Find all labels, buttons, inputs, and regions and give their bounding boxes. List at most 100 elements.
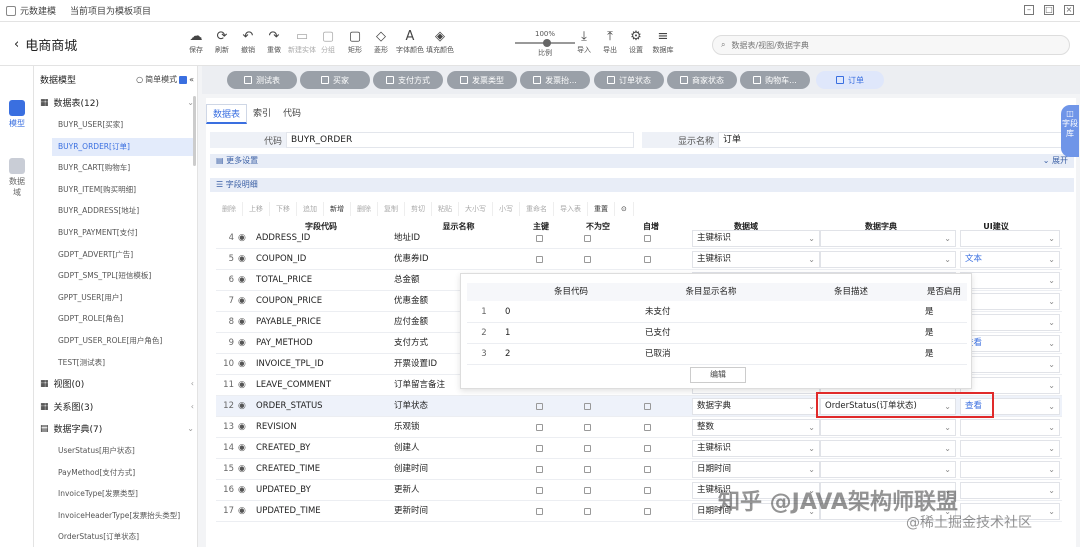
edit-button[interactable]: 编辑 bbox=[690, 367, 746, 383]
tab-index[interactable]: 索引 bbox=[247, 104, 277, 124]
field-name[interactable]: 订单状态 bbox=[394, 396, 524, 417]
checkbox[interactable] bbox=[644, 235, 651, 242]
field-code[interactable]: ORDER_STATUS bbox=[256, 396, 386, 417]
popup-cell[interactable] bbox=[781, 344, 921, 365]
page-tab[interactable]: 发票抬... bbox=[520, 71, 590, 89]
dictionary-select[interactable]: ⌄ bbox=[820, 251, 956, 268]
sidebar-item-dict[interactable]: PayMethod[支付方式] bbox=[58, 464, 192, 482]
grid-tool-button[interactable]: 大小写 bbox=[459, 202, 493, 216]
checkbox[interactable] bbox=[584, 466, 591, 473]
field-code[interactable]: CREATED_TIME bbox=[256, 459, 386, 480]
sidebar-item-table[interactable]: TEST[测试表] bbox=[58, 354, 192, 372]
page-tab[interactable]: 测试表 bbox=[227, 71, 297, 89]
checkbox[interactable] bbox=[536, 445, 543, 452]
page-tab[interactable]: 订单状态 bbox=[594, 71, 664, 89]
toolbar-button-6[interactable]: ▢ 矩形 bbox=[342, 28, 368, 55]
sidebar-item-table[interactable]: GDPT_ADVERT[广告] bbox=[58, 246, 192, 264]
grid-tool-button[interactable]: 追加 bbox=[297, 202, 324, 216]
field-code[interactable]: COUPON_ID bbox=[256, 249, 386, 270]
eye-icon[interactable]: ◉ bbox=[238, 254, 246, 264]
field-code[interactable]: UPDATED_TIME bbox=[256, 501, 386, 522]
grid-tool-button[interactable]: 删除 bbox=[351, 202, 378, 216]
checkbox[interactable] bbox=[584, 487, 591, 494]
popup-cell[interactable]: 2 bbox=[501, 344, 641, 365]
field-code[interactable]: PAY_METHOD bbox=[256, 333, 386, 354]
toolbar-button-2[interactable]: ↶ 撤销 bbox=[235, 28, 261, 55]
checkbox[interactable] bbox=[644, 466, 651, 473]
group-dicts[interactable]: ▤ 数据字典(7) ⌄ bbox=[40, 422, 194, 436]
popup-cell[interactable]: 是 bbox=[921, 302, 967, 323]
field-code[interactable]: ADDRESS_ID bbox=[256, 228, 386, 249]
minimize-icon[interactable]: – bbox=[1024, 5, 1034, 15]
more-settings-section[interactable]: ▤ 更多设置 ⌄ 展开 bbox=[210, 154, 1074, 168]
table-row[interactable]: 15 ◉ CREATED_TIME 创建时间 日期时间 ⌄ ⌄ ⌄ bbox=[216, 459, 1062, 480]
toolbar-button-7[interactable]: ◇ 菱形 bbox=[368, 28, 394, 55]
popup-cell[interactable]: 已支付 bbox=[641, 323, 781, 344]
toolbar-button-1[interactable]: ⟳ 刷新 bbox=[209, 28, 235, 55]
checkbox[interactable] bbox=[536, 487, 543, 494]
checkbox[interactable] bbox=[536, 508, 543, 515]
field-code[interactable]: TOTAL_PRICE bbox=[256, 270, 386, 291]
group-tables[interactable]: ▦ 数据表(12) ⌄ bbox=[40, 96, 194, 110]
popup-cell[interactable]: 是 bbox=[921, 323, 967, 344]
table-row[interactable]: 5 ◉ COUPON_ID 优惠券ID 主键标识 ⌄ ⌄ 文本 ⌄ bbox=[216, 249, 1062, 270]
search-input[interactable]: ⌕ 数据表/视图/数据字典 bbox=[712, 35, 1070, 55]
toolbar-button-4[interactable]: ▭ 新建实体 bbox=[288, 28, 316, 55]
domain-select[interactable]: 主键标识 ⌄ bbox=[692, 251, 820, 268]
field-code[interactable]: LEAVE_COMMENT bbox=[256, 375, 386, 396]
popup-cell[interactable] bbox=[781, 323, 921, 344]
toolbar-button-11[interactable]: ⤒ 导出 bbox=[597, 28, 623, 55]
dictionary-select[interactable]: ⌄ bbox=[820, 419, 956, 436]
expand-button[interactable]: ⌄ 展开 bbox=[1043, 154, 1068, 168]
popup-cell[interactable]: 1 bbox=[467, 302, 501, 323]
refresh-icon[interactable]: ⊙ bbox=[615, 202, 634, 216]
dictionary-select[interactable]: ⌄ bbox=[820, 461, 956, 478]
field-name[interactable]: 乐观锁 bbox=[394, 417, 524, 438]
checkbox[interactable] bbox=[644, 487, 651, 494]
sidebar-item-dict[interactable]: UserStatus[用户状态] bbox=[58, 442, 192, 460]
sidebar-item-table[interactable]: GDPT_SMS_TPL[短信模板] bbox=[58, 267, 192, 285]
sidebar-item-dict[interactable]: OrderStatus[订单状态] bbox=[58, 528, 192, 546]
ui-suggest-select[interactable]: 文本 ⌄ bbox=[960, 251, 1060, 268]
field-name[interactable]: 创建人 bbox=[394, 438, 524, 459]
popup-cell[interactable]: 1 bbox=[501, 323, 641, 344]
field-code[interactable]: CREATED_BY bbox=[256, 438, 386, 459]
collapse-icon[interactable]: « bbox=[189, 75, 194, 84]
popup-cell[interactable]: 已取消 bbox=[641, 344, 781, 365]
eye-icon[interactable]: ◉ bbox=[238, 317, 246, 327]
popup-cell[interactable]: 3 bbox=[467, 344, 501, 365]
checkbox[interactable] bbox=[644, 445, 651, 452]
checkbox[interactable] bbox=[536, 256, 543, 263]
grid-tool-button[interactable]: 复制 bbox=[378, 202, 405, 216]
field-code[interactable]: INVOICE_TPL_ID bbox=[256, 354, 386, 375]
eye-icon[interactable]: ◉ bbox=[238, 506, 246, 516]
sidebar-item-table[interactable]: BUYR_ADDRESS[地址] bbox=[58, 202, 192, 220]
ui-suggest-select[interactable]: ⌄ bbox=[960, 440, 1060, 457]
field-library-tab[interactable]: ◫ 字段库 bbox=[1061, 105, 1079, 157]
popup-cell[interactable]: 2 bbox=[467, 323, 501, 344]
zoom-thumb[interactable] bbox=[543, 39, 551, 47]
code-input[interactable]: BUYR_ORDER bbox=[286, 132, 634, 148]
checkbox[interactable] bbox=[536, 235, 543, 242]
page-tab[interactable]: 发票类型 bbox=[447, 71, 517, 89]
checkbox[interactable] bbox=[644, 424, 651, 431]
ui-suggest-select[interactable]: ⌄ bbox=[960, 356, 1060, 373]
sidebar-item-dict[interactable]: InvoiceType[发票类型] bbox=[58, 485, 192, 503]
eye-icon[interactable]: ◉ bbox=[238, 275, 246, 285]
ui-suggest-select[interactable]: 查看 ⌄ bbox=[960, 335, 1060, 352]
dictionary-select[interactable]: ⌄ bbox=[820, 230, 956, 247]
toolbar-button-12[interactable]: ⚙ 设置 bbox=[623, 28, 649, 55]
grid-tool-button[interactable]: 粘贴 bbox=[432, 202, 459, 216]
sidebar-scrollbar[interactable] bbox=[193, 96, 196, 166]
sidebar-item-dict[interactable]: InvoiceHeaderType[发票抬头类型] bbox=[58, 507, 192, 525]
table-row[interactable]: 13 ◉ REVISION 乐观锁 整数 ⌄ ⌄ ⌄ bbox=[216, 417, 1062, 438]
name-input[interactable]: 订单 bbox=[718, 132, 1074, 148]
grid-tool-button[interactable]: 新增 bbox=[324, 202, 351, 216]
zoom-control[interactable]: 100% 比例 bbox=[511, 30, 579, 58]
toolbar-button-8[interactable]: A 字体颜色 bbox=[396, 28, 424, 55]
eye-icon[interactable]: ◉ bbox=[238, 359, 246, 369]
rail-item-model[interactable]: 模型 bbox=[8, 100, 26, 129]
field-name[interactable]: 更新时间 bbox=[394, 501, 524, 522]
checkbox[interactable] bbox=[536, 403, 543, 410]
field-code[interactable]: COUPON_PRICE bbox=[256, 291, 386, 312]
